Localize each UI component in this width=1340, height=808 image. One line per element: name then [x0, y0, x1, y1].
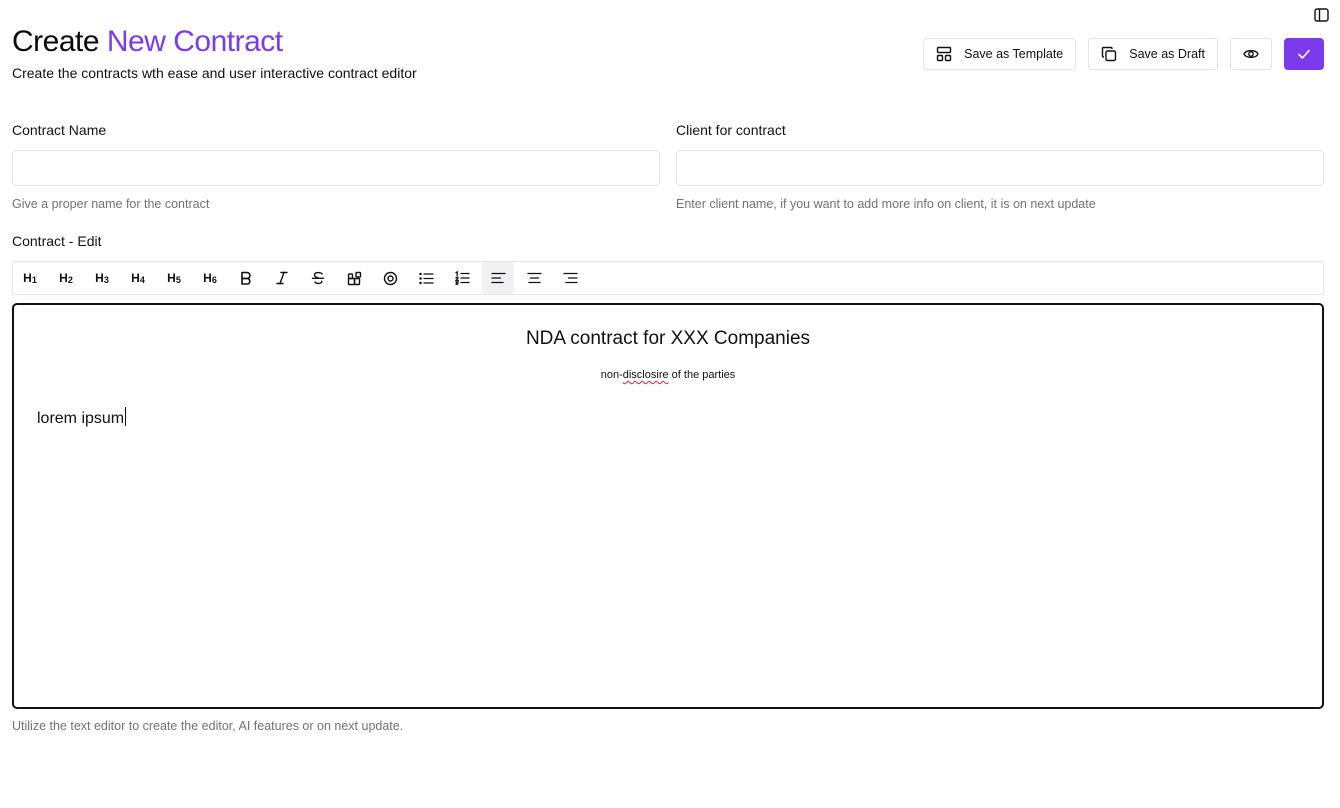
page-title-main: Create: [12, 25, 100, 58]
align-right-button[interactable]: [554, 262, 586, 294]
eye-icon: [1243, 49, 1259, 59]
italic-icon: [276, 271, 288, 285]
save-as-template-button[interactable]: Save as Template: [923, 38, 1077, 70]
heading-4-level: 4: [139, 274, 145, 285]
check-icon: [1298, 49, 1310, 59]
heading-4-button[interactable]: H4: [122, 262, 154, 294]
heading-5-level: 5: [175, 274, 181, 285]
sidebar-toggle-button[interactable]: [1313, 7, 1329, 23]
bullet-list-icon: [418, 272, 434, 284]
heading-5-glyph: H: [167, 271, 176, 285]
heading-3-glyph: H: [95, 271, 104, 285]
client-input[interactable]: [676, 150, 1324, 186]
heading-2-button[interactable]: H2: [50, 262, 82, 294]
editor-label: Contract - Edit: [12, 233, 102, 249]
ordered-list-button[interactable]: [446, 262, 478, 294]
blocks-icon: [347, 271, 361, 285]
bold-button[interactable]: [230, 262, 262, 294]
document-heading: NDA contract for XXX Companies: [525, 328, 811, 349]
heading-6-glyph: H: [203, 271, 212, 285]
save-as-draft-label: Save as Draft: [1129, 47, 1205, 61]
confirm-button[interactable]: [1284, 38, 1324, 70]
bullet-list-button[interactable]: [410, 262, 442, 294]
text-caret: [125, 407, 127, 426]
align-center-icon: [526, 272, 542, 284]
heading-4-glyph: H: [131, 271, 140, 285]
page-header: Create New Contract Create the contracts…: [12, 24, 417, 81]
subheading-prefix: non-: [600, 369, 623, 381]
editor-toolbar: H1 H2 H3 H4 H5 H6: [12, 261, 1324, 295]
page-subtitle: Create the contracts wth ease and user i…: [12, 65, 417, 81]
bold-icon: [241, 271, 251, 285]
save-as-draft-button[interactable]: Save as Draft: [1088, 38, 1218, 70]
page-title: Create New Contract: [12, 24, 417, 60]
heading-2-glyph: H: [59, 271, 68, 285]
header-actions: Save as Template Save as Draft: [923, 38, 1324, 70]
blocks-button[interactable]: [338, 262, 370, 294]
sidebar-toggle-icon: [1313, 8, 1329, 22]
heading-5-button[interactable]: H5: [158, 262, 190, 294]
strikethrough-button[interactable]: [302, 262, 334, 294]
save-as-template-label: Save as Template: [964, 47, 1064, 61]
preview-button[interactable]: [1230, 38, 1272, 70]
page-title-accent: New Contract: [106, 25, 283, 58]
template-icon: [936, 46, 952, 62]
align-left-icon: [490, 272, 506, 284]
client-label: Client for contract: [676, 122, 786, 138]
contract-name-input[interactable]: [12, 150, 660, 186]
document-subheading: non-disclosire of the parties: [14, 369, 1322, 381]
heading-3-level: 3: [103, 274, 109, 285]
align-right-icon: [562, 272, 578, 284]
ordered-list-icon: [454, 271, 470, 285]
misspelled-word: disclosire: [622, 369, 669, 381]
heading-1-glyph: H: [23, 271, 32, 285]
client-hint: Enter client name, if you want to add mo…: [676, 197, 1096, 211]
contract-editor[interactable]: NDA contract for XXX Companies non-discl…: [12, 303, 1324, 709]
heading-2-level: 2: [67, 274, 73, 285]
align-left-button[interactable]: [482, 262, 514, 294]
contract-name-label: Contract Name: [12, 122, 107, 138]
copy-icon: [1102, 46, 1117, 62]
heading-3-button[interactable]: H3: [86, 262, 118, 294]
contract-name-hint: Give a proper name for the contract: [12, 197, 210, 211]
heading-6-level: 6: [211, 274, 217, 285]
heading-1-level: 1: [31, 274, 37, 285]
strikethrough-icon: [311, 271, 325, 285]
contract-name-group: Contract Name Give a proper name for the…: [12, 122, 660, 211]
subheading-suffix: of the parties: [668, 369, 736, 381]
circle-dot-icon: [383, 271, 397, 285]
document-paragraph: lorem ipsum: [37, 407, 1322, 428]
client-group: Client for contract Enter client name, i…: [676, 122, 1324, 211]
editor-hint: Utilize the text editor to create the ed…: [12, 719, 404, 733]
circle-dot-button[interactable]: [374, 262, 406, 294]
paragraph-text: lorem ipsum: [37, 410, 125, 427]
heading-6-button[interactable]: H6: [194, 262, 226, 294]
italic-button[interactable]: [266, 262, 298, 294]
heading-1-button[interactable]: H1: [14, 262, 46, 294]
align-center-button[interactable]: [518, 262, 550, 294]
